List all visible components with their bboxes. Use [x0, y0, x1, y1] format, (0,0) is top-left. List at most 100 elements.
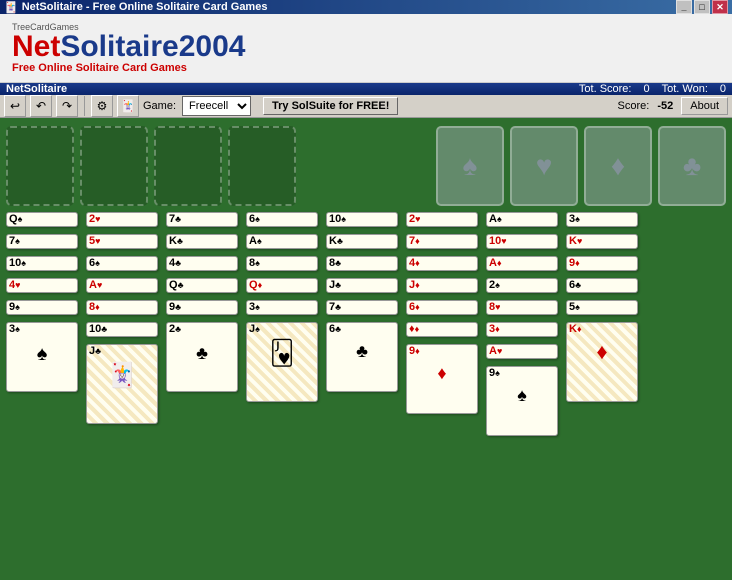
foundation-1[interactable]: ♠	[436, 126, 504, 206]
card[interactable]: 3♠♠	[6, 322, 78, 392]
card[interactable]: 8♦	[86, 300, 158, 315]
tot-score-label: Tot. Score:	[579, 83, 632, 95]
about-button[interactable]: About	[681, 97, 728, 115]
card[interactable]: 10♠	[326, 212, 398, 227]
face-card[interactable]: J♠🂻	[246, 322, 318, 402]
card[interactable]: 3♦	[486, 322, 558, 337]
logo-solitaire: Solitaire	[60, 32, 178, 62]
card[interactable]: J♦	[406, 278, 478, 293]
card[interactable]: 9♦♦	[406, 344, 478, 414]
card[interactable]: 6♠	[246, 212, 318, 227]
logo-header: TreeCardGames Net Solitaire 2004 Free On…	[0, 14, 732, 83]
logo-sub: Free Online Solitaire Card Games	[12, 62, 245, 74]
card[interactable]: K♣	[326, 234, 398, 249]
card[interactable]: 3♠	[566, 212, 638, 227]
window-title: NetSolitaire - Free Online Solitaire Car…	[22, 1, 268, 13]
card[interactable]: 2♥	[406, 212, 478, 227]
card[interactable]: 9♣	[166, 300, 238, 315]
card[interactable]: A♦	[486, 256, 558, 271]
card[interactable]: 2♥	[86, 212, 158, 227]
card[interactable]: 3♠	[246, 300, 318, 315]
close-button[interactable]: ✕	[712, 0, 728, 14]
card[interactable]: 2♠	[486, 278, 558, 293]
tot-won-label: Tot. Won:	[662, 83, 708, 95]
column-5: 10♠ K♣ 8♣ J♣ 7♣ 6♣♣	[326, 212, 402, 492]
title-bar: 🃏 NetSolitaire - Free Online Solitaire C…	[0, 0, 732, 14]
redo-button[interactable]: ↷	[56, 95, 78, 117]
score-value: -52	[657, 100, 673, 112]
card[interactable]: Q♦	[246, 278, 318, 293]
game-select[interactable]: Freecell Klondike Spider	[182, 96, 251, 116]
freecell-2[interactable]	[80, 126, 148, 206]
card[interactable]: 8♣	[326, 256, 398, 271]
card[interactable]: 9♠	[6, 300, 78, 315]
card[interactable]: 10♣	[86, 322, 158, 337]
title-bar-controls: _ □ ✕	[676, 0, 728, 14]
nav-scores: Tot. Score: 0 Tot. Won: 0	[579, 83, 726, 95]
column-1: Q♠ 7♠ 10♠ 4♥ 9♠ 3♠♠	[6, 212, 82, 472]
card[interactable]: Q♣	[166, 278, 238, 293]
options-button[interactable]: ⚙	[91, 95, 113, 117]
card[interactable]: 8♠	[246, 256, 318, 271]
card[interactable]: Q♠	[6, 212, 78, 227]
game-content: ♠ ♥ ♦ ♣ Q♠ 7♠ 10♠ 4♥ 9♠ 3♠♠ 2♥ 5♥ 6♠ A♥ …	[0, 118, 732, 580]
freecell-3[interactable]	[154, 126, 222, 206]
card[interactable]: 6♣	[566, 278, 638, 293]
freecell-4[interactable]	[228, 126, 296, 206]
card[interactable]: 4♦	[406, 256, 478, 271]
card[interactable]: A♥	[86, 278, 158, 293]
card[interactable]: 7♣	[326, 300, 398, 315]
card[interactable]: 4♥	[6, 278, 78, 293]
card[interactable]: A♠	[486, 212, 558, 227]
card[interactable]: A♥	[486, 344, 558, 359]
foundation-4[interactable]: ♣	[658, 126, 726, 206]
card[interactable]: 10♥	[486, 234, 558, 249]
column-6: 2♥ 7♦ 4♦ J♦ 6♦ ♦♦ 9♦♦	[406, 212, 482, 532]
card[interactable]: J♣	[326, 278, 398, 293]
main-window: 🃏 NetSolitaire - Free Online Solitaire C…	[0, 0, 732, 542]
card[interactable]: A♠	[246, 234, 318, 249]
card[interactable]: K♣	[166, 234, 238, 249]
card[interactable]: 9♦	[566, 256, 638, 271]
card[interactable]: 2♣♣	[166, 322, 238, 392]
foundation-2[interactable]: ♥	[510, 126, 578, 206]
column-8: 3♠ K♥ 9♦ 6♣ 5♠ K♦♦	[566, 212, 642, 502]
face-card[interactable]: K♦♦	[566, 322, 638, 402]
column-2: 2♥ 5♥ 6♠ A♥ 8♦ 10♣ J♣🃏	[86, 212, 162, 502]
card[interactable]: 6♣♣	[326, 322, 398, 392]
card[interactable]: 7♦	[406, 234, 478, 249]
new-game-button[interactable]: ↩	[4, 95, 26, 117]
column-3: 7♣ K♣ 4♣ Q♣ 9♣ 2♣♣	[166, 212, 242, 492]
card[interactable]: K♥	[566, 234, 638, 249]
nav-title: NetSolitaire	[6, 83, 67, 95]
logo-area: TreeCardGames Net Solitaire 2004 Free On…	[12, 22, 245, 74]
card[interactable]: 5♥	[86, 234, 158, 249]
try-solsuite-button[interactable]: Try SolSuite for FREE!	[263, 97, 398, 115]
nav-bar: NetSolitaire Tot. Score: 0 Tot. Won: 0	[0, 83, 732, 95]
minimize-button[interactable]: _	[676, 0, 692, 14]
foundation-3[interactable]: ♦	[584, 126, 652, 206]
freecell-1[interactable]	[6, 126, 74, 206]
toolbar: ↩ ↶ ↷ ⚙ 🃏 Game: Freecell Klondike Spider…	[0, 95, 732, 118]
card[interactable]: 5♠	[566, 300, 638, 315]
game-label: Game:	[143, 100, 176, 112]
face-card[interactable]: J♣🃏	[86, 344, 158, 424]
card[interactable]: 6♦	[406, 300, 478, 315]
column-4: 6♠ A♠ 8♠ Q♦ 3♠ J♠🂻	[246, 212, 322, 502]
undo-button[interactable]: ↶	[30, 95, 52, 117]
tot-won-value: 0	[720, 83, 726, 95]
logo-year: 2004	[179, 32, 246, 62]
card[interactable]: 7♠	[6, 234, 78, 249]
app-icon: 🃏	[4, 1, 18, 14]
card[interactable]: 8♥	[486, 300, 558, 315]
card[interactable]: 10♠	[6, 256, 78, 271]
card[interactable]: 7♣	[166, 212, 238, 227]
card[interactable]: ♦♦	[406, 322, 478, 337]
card[interactable]: 4♣	[166, 256, 238, 271]
cards-button[interactable]: 🃏	[117, 95, 139, 117]
card[interactable]: 9♠♠	[486, 366, 558, 436]
top-row: ♠ ♥ ♦ ♣	[6, 126, 726, 206]
score-label: Score:	[618, 100, 650, 112]
card[interactable]: 6♠	[86, 256, 158, 271]
maximize-button[interactable]: □	[694, 0, 710, 14]
